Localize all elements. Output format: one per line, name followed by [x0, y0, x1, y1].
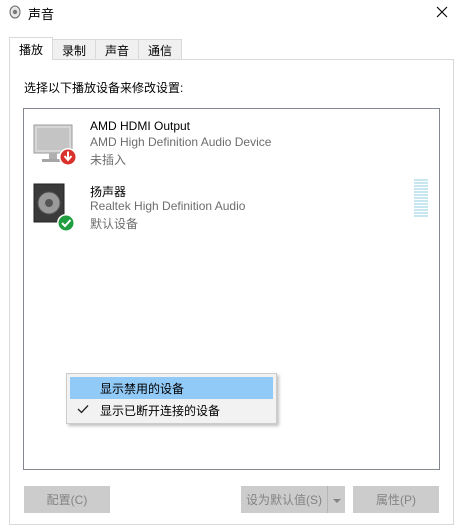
chevron-down-icon [332, 493, 342, 507]
tab-communications[interactable]: 通信 [138, 39, 183, 60]
tab-label: 播放 [19, 42, 44, 57]
tab-label: 录制 [62, 43, 87, 58]
device-description: Realtek High Definition Audio [90, 199, 246, 213]
title-bar: 声音 [0, 0, 459, 30]
menu-item-label: 显示已断开连接的设备 [100, 403, 221, 418]
device-item-hdmi[interactable]: AMD HDMI Output AMD High Definition Audi… [32, 117, 432, 173]
window-title: 声音 [28, 7, 55, 22]
set-default-button[interactable]: 设为默认值(S) [241, 486, 327, 513]
close-icon [436, 6, 448, 21]
device-name: AMD HDMI Output [90, 119, 191, 133]
context-menu: 显示禁用的设备 显示已断开连接的设备 [66, 373, 277, 424]
menu-item-show-disabled[interactable]: 显示禁用的设备 [70, 377, 273, 399]
speaker-device-icon [32, 181, 80, 232]
device-description: AMD High Definition Audio Device [90, 135, 272, 149]
device-status: 默认设备 [90, 217, 139, 231]
speaker-icon [8, 5, 22, 19]
default-check-badge [57, 214, 75, 232]
volume-meter [414, 179, 428, 219]
button-label: 设为默认值(S) [246, 493, 322, 507]
tab-bar: 播放 录制 声音 通信 [9, 37, 183, 60]
button-label: 配置(C) [46, 493, 88, 507]
monitor-icon [32, 117, 80, 166]
configure-button[interactable]: 配置(C) [24, 486, 110, 513]
device-name: 扬声器 [90, 185, 127, 199]
unplugged-arrow-badge [59, 148, 77, 166]
checkmark-icon [76, 402, 90, 416]
menu-item-show-disconnected[interactable]: 显示已断开连接的设备 [70, 399, 273, 421]
tab-playback[interactable]: 播放 [9, 37, 54, 60]
device-item-speakers[interactable]: 扬声器 Realtek High Definition Audio 默认设备 [32, 181, 432, 237]
properties-button[interactable]: 属性(P) [353, 486, 439, 513]
button-label: 属性(P) [376, 493, 416, 507]
close-button[interactable] [425, 0, 459, 26]
tab-label: 通信 [148, 43, 173, 58]
menu-item-label: 显示禁用的设备 [100, 381, 185, 396]
tab-recording[interactable]: 录制 [52, 39, 97, 60]
device-status: 未插入 [90, 153, 127, 167]
set-default-dropdown[interactable] [327, 486, 345, 513]
tab-sounds[interactable]: 声音 [95, 39, 140, 60]
device-list-prompt: 选择以下播放设备来修改设置: [24, 81, 184, 95]
tab-label: 声音 [105, 43, 130, 58]
